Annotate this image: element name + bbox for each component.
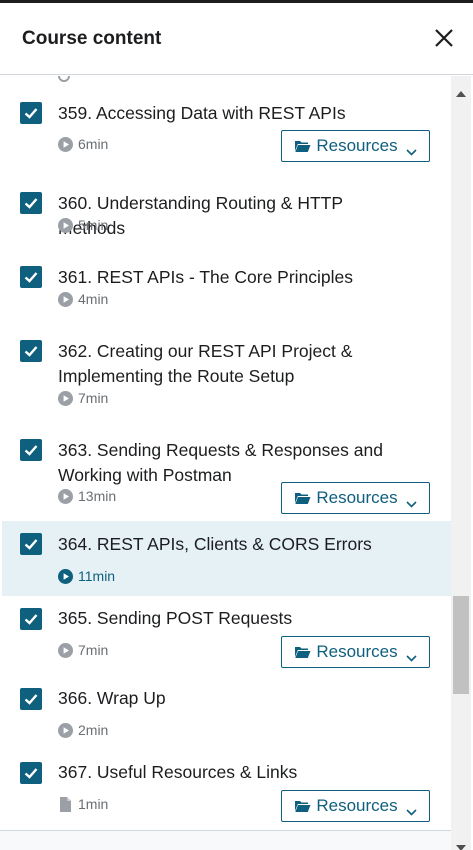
play-circle-icon [58,642,73,658]
lecture-item[interactable]: 362. Creating our REST API Project & Imp… [2,314,451,413]
lecture-duration: 5min [78,217,109,233]
resources-label: Resources [316,642,398,661]
folder-open-icon [294,799,311,813]
lecture-item-active[interactable]: 364. REST APIs, Clients & CORS Errors 11… [2,521,451,596]
completed-checkbox[interactable] [20,266,42,288]
lecture-title[interactable]: 362. Creating our REST API Project & Imp… [58,339,388,389]
lecture-duration: 2min [78,722,109,738]
lecture-meta: 11min [58,567,115,585]
completed-checkbox[interactable] [20,608,42,630]
lecture-title[interactable]: 365. Sending POST Requests [58,606,388,631]
chevron-down-icon [406,803,417,816]
resources-button[interactable]: Resources [281,636,430,668]
resources-label: Resources [316,796,398,815]
scrollbar-thumb[interactable] [453,596,469,694]
resources-label: Resources [316,488,398,507]
completed-checkbox[interactable] [20,762,42,784]
lecture-duration: 1min [78,796,109,812]
completed-checkbox[interactable] [20,102,42,124]
play-circle-icon [58,568,73,584]
lecture-title[interactable]: 366. Wrap Up [58,686,388,711]
play-circle-icon [58,390,73,406]
lecture-duration: 7min [78,390,109,406]
lecture-item[interactable]: 360. Understanding Routing & HTTP Method… [2,166,451,240]
lecture-item[interactable]: 363. Sending Requests & Responses and Wo… [2,413,451,521]
play-circle-icon [58,136,73,152]
play-circle-icon [58,488,73,504]
lecture-title[interactable]: 367. Useful Resources & Links [58,760,388,785]
lecture-duration: 6min [78,136,109,152]
file-icon [58,796,73,812]
lecture-title[interactable]: 363. Sending Requests & Responses and Wo… [58,438,388,488]
folder-open-icon [294,645,311,659]
lecture-meta: 7min [58,389,108,407]
resources-button[interactable]: Resources [281,482,430,514]
lecture-meta: 4min [58,290,108,308]
completed-checkbox[interactable] [20,439,42,461]
panel-footer [0,830,451,850]
folder-open-icon [294,139,311,153]
lecture-title[interactable]: 361. REST APIs - The Core Principles [58,265,388,290]
lecture-duration: 13min [78,488,117,504]
vertical-scrollbar[interactable] [451,76,471,850]
lecture-duration: 11min [78,568,116,584]
play-circle-icon [58,217,73,233]
lecture-item[interactable]: 367. Useful Resources & Links 1min Resou… [2,750,451,830]
lecture-meta: 6min [58,135,108,153]
completed-checkbox[interactable] [20,533,42,555]
folder-open-icon [294,491,311,505]
lecture-meta: 13min [58,487,116,505]
close-icon[interactable] [433,27,455,49]
lecture-duration: 4min [78,291,109,307]
lecture-meta: 5min [58,216,108,234]
panel-title: Course content [22,27,162,49]
resources-button[interactable]: Resources [281,130,430,162]
lecture-item[interactable]: 366. Wrap Up 2min [2,676,451,750]
chevron-down-icon [406,649,417,662]
completed-checkbox[interactable] [20,688,42,710]
chevron-down-icon [406,143,417,156]
lecture-meta: 7min [58,641,108,659]
lecture-meta: 1min [58,795,108,813]
lecture-duration: 7min [78,642,109,658]
lecture-title[interactable]: 359. Accessing Data with REST APIs [58,101,388,126]
chevron-down-icon [406,495,417,508]
resources-label: Resources [316,136,398,155]
lecture-item[interactable]: 365. Sending POST Requests 7min Resource… [2,596,451,676]
scroll-down-arrow-icon[interactable] [456,838,466,850]
course-content-header: Course content [0,3,473,75]
play-circle-icon [58,722,73,738]
lecture-item[interactable]: 359. Accessing Data with REST APIs 6min … [2,76,451,166]
completed-checkbox[interactable] [20,340,42,362]
resources-button[interactable]: Resources [281,790,430,822]
lecture-title[interactable]: 364. REST APIs, Clients & CORS Errors [58,532,388,557]
lecture-list: 359. Accessing Data with REST APIs 6min … [0,76,451,830]
completed-checkbox[interactable] [20,192,42,214]
play-circle-icon [58,291,73,307]
lecture-meta: 2min [58,721,108,739]
scroll-up-arrow-icon[interactable] [456,84,466,102]
lecture-item[interactable]: 361. REST APIs - The Core Principles 4mi… [2,240,451,314]
